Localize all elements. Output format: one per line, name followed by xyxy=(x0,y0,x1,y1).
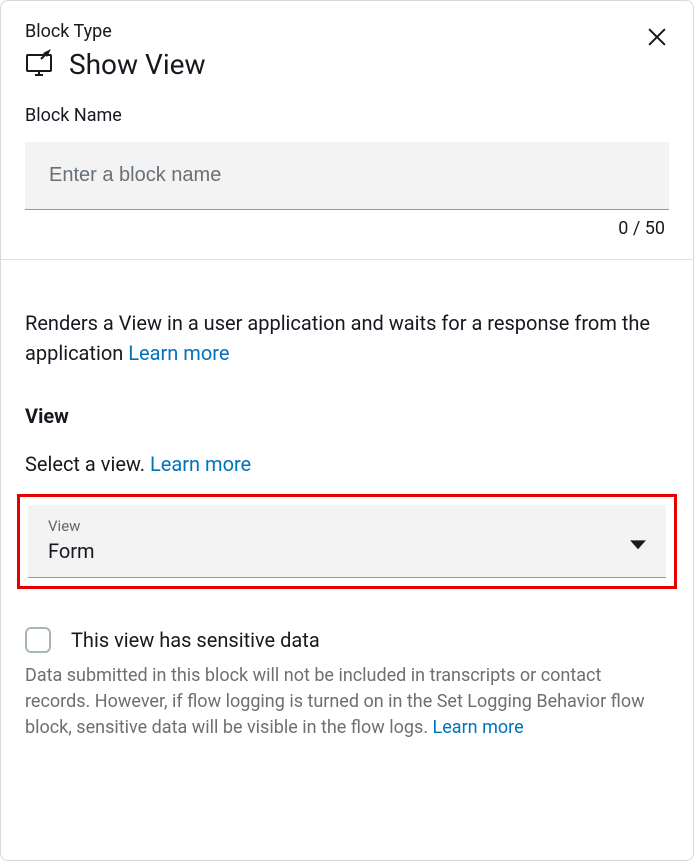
block-description: Renders a View in a user application and… xyxy=(25,308,669,368)
block-name-input[interactable] xyxy=(49,164,645,187)
block-name-label: Block Name xyxy=(25,105,669,126)
description-text-content: Renders a View in a user application and… xyxy=(25,311,650,365)
block-name-section: Block Name 0 / 50 xyxy=(1,105,693,259)
panel-header: Block Type Show View xyxy=(1,1,693,105)
sensitive-data-checkbox[interactable] xyxy=(25,627,51,653)
chevron-down-icon xyxy=(630,535,646,554)
view-heading: View xyxy=(25,404,669,428)
show-view-icon xyxy=(25,49,55,81)
helper-text-content: Data submitted in this block will not be… xyxy=(25,665,645,738)
block-name-input-wrap xyxy=(25,142,669,210)
sensitive-data-learn-more-link[interactable]: Learn more xyxy=(433,717,524,738)
sensitive-data-checkbox-label: This view has sensitive data xyxy=(71,628,320,652)
view-dropdown-highlight: View Form xyxy=(17,494,677,589)
char-counter: 0 / 50 xyxy=(25,218,669,239)
select-view-learn-more-link[interactable]: Learn more xyxy=(150,452,251,476)
select-view-text: Select a view. Learn more xyxy=(25,452,669,476)
sensitive-data-helper-text: Data submitted in this block will not be… xyxy=(25,663,669,741)
close-icon xyxy=(646,26,668,48)
view-dropdown-label: View xyxy=(48,517,646,535)
select-view-text-content: Select a view. xyxy=(25,452,145,476)
view-dropdown[interactable]: View Form xyxy=(28,505,666,578)
block-properties-panel: Block Type Show View Block Name xyxy=(0,0,694,861)
block-type-label: Block Type xyxy=(25,21,669,42)
panel-body: Renders a View in a user application and… xyxy=(1,260,693,765)
panel-title: Show View xyxy=(69,48,206,81)
sensitive-data-section: This view has sensitive data Data submit… xyxy=(25,627,669,741)
close-button[interactable] xyxy=(645,25,669,49)
view-dropdown-value: Form xyxy=(48,539,646,563)
description-learn-more-link[interactable]: Learn more xyxy=(128,341,229,365)
